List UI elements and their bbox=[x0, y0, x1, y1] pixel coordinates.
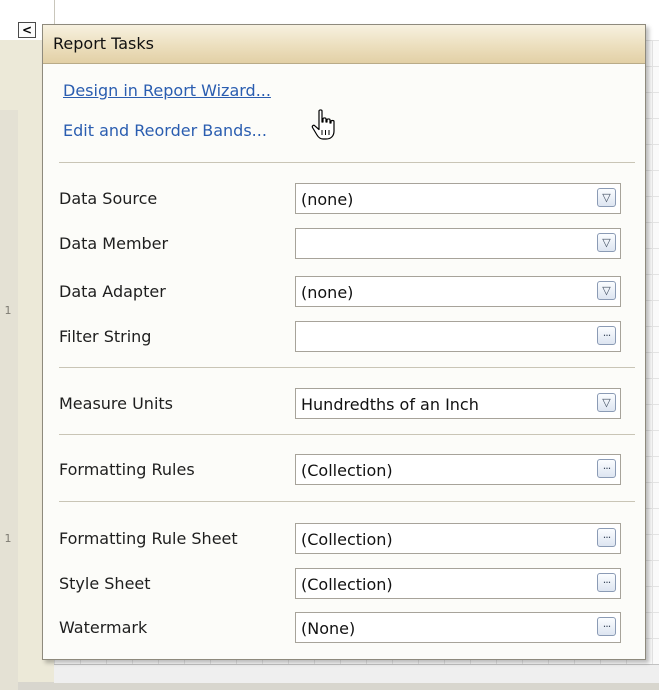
ellipsis-icon: ··· bbox=[602, 576, 611, 589]
property-label: Style Sheet bbox=[59, 574, 151, 593]
hand-pointer-icon bbox=[311, 109, 335, 140]
chevron-down-icon: ▽ bbox=[602, 284, 611, 297]
formatting-rule-sheet-field[interactable]: (Collection) ··· bbox=[295, 523, 621, 554]
property-label: Data Source bbox=[59, 189, 158, 208]
dropdown-button[interactable]: ▽ bbox=[597, 393, 616, 412]
property-row-filter-string: Filter String ··· bbox=[43, 319, 645, 353]
property-label: Data Member bbox=[59, 234, 169, 253]
property-label: Filter String bbox=[59, 327, 152, 346]
filter-string-field[interactable]: ··· bbox=[295, 321, 621, 352]
ruler-band-strip bbox=[0, 110, 18, 690]
property-value: Hundredths of an Inch bbox=[301, 395, 479, 414]
ellipsis-icon: ··· bbox=[602, 329, 611, 342]
ellipsis-icon: ··· bbox=[602, 620, 611, 633]
designer-bottom-strip bbox=[54, 664, 659, 683]
report-tasks-panel: Report Tasks Design in Report Wizard... … bbox=[42, 24, 646, 660]
panel-header: Report Tasks bbox=[43, 25, 645, 64]
smart-tag-collapse-button[interactable]: < bbox=[18, 22, 36, 38]
measure-units-combo[interactable]: Hundredths of an Inch ▽ bbox=[295, 388, 621, 419]
ellipsis-icon: ··· bbox=[602, 531, 611, 544]
design-in-report-wizard-link[interactable]: Design in Report Wizard... bbox=[63, 81, 271, 100]
property-value: (None) bbox=[301, 619, 356, 638]
property-value: (Collection) bbox=[301, 530, 393, 549]
property-label: Formatting Rule Sheet bbox=[59, 529, 238, 548]
data-adapter-combo[interactable]: (none) ▽ bbox=[295, 276, 621, 307]
ellipsis-button[interactable]: ··· bbox=[597, 326, 616, 345]
formatting-rules-field[interactable]: (Collection) ··· bbox=[295, 454, 621, 485]
dropdown-button[interactable]: ▽ bbox=[597, 281, 616, 300]
property-row-measure-units: Measure Units Hundredths of an Inch ▽ bbox=[43, 386, 645, 420]
chevron-down-icon: ▽ bbox=[602, 236, 611, 249]
ellipsis-button[interactable]: ··· bbox=[597, 459, 616, 478]
property-label: Data Adapter bbox=[59, 282, 166, 301]
property-label: Measure Units bbox=[59, 394, 173, 413]
property-row-style-sheet: Style Sheet (Collection) ··· bbox=[43, 566, 645, 600]
watermark-field[interactable]: (None) ··· bbox=[295, 612, 621, 643]
ruler-mark: 1 bbox=[4, 532, 12, 545]
chevron-down-icon: ▽ bbox=[602, 191, 611, 204]
ruler-mark: 1 bbox=[4, 304, 12, 317]
property-row-watermark: Watermark (None) ··· bbox=[43, 610, 645, 644]
data-source-combo[interactable]: (none) ▽ bbox=[295, 183, 621, 214]
edit-and-reorder-bands-link[interactable]: Edit and Reorder Bands... bbox=[63, 121, 267, 140]
ellipsis-button[interactable]: ··· bbox=[597, 573, 616, 592]
property-label: Watermark bbox=[59, 618, 148, 637]
dropdown-button[interactable]: ▽ bbox=[597, 188, 616, 207]
section-separator bbox=[59, 367, 635, 368]
property-row-formatting-rules: Formatting Rules (Collection) ··· bbox=[43, 452, 645, 486]
property-value: (none) bbox=[301, 190, 354, 209]
ellipsis-button[interactable]: ··· bbox=[597, 617, 616, 636]
property-row-data-member: Data Member ▽ bbox=[43, 226, 645, 260]
chevron-left-icon: < bbox=[21, 23, 33, 37]
chevron-down-icon: ▽ bbox=[602, 396, 611, 409]
property-value: (none) bbox=[301, 283, 354, 302]
section-separator bbox=[59, 434, 635, 435]
property-value: (Collection) bbox=[301, 461, 393, 480]
ellipsis-icon: ··· bbox=[602, 462, 611, 475]
section-separator bbox=[59, 162, 635, 163]
section-separator bbox=[59, 501, 635, 502]
property-value: (Collection) bbox=[301, 575, 393, 594]
ellipsis-button[interactable]: ··· bbox=[597, 528, 616, 547]
property-row-data-source: Data Source (none) ▽ bbox=[43, 181, 645, 215]
property-row-data-adapter: Data Adapter (none) ▽ bbox=[43, 274, 645, 308]
dropdown-button[interactable]: ▽ bbox=[597, 233, 616, 252]
style-sheet-field[interactable]: (Collection) ··· bbox=[295, 568, 621, 599]
panel-title: Report Tasks bbox=[53, 34, 154, 53]
data-member-combo[interactable]: ▽ bbox=[295, 228, 621, 259]
property-row-formatting-rule-sheet: Formatting Rule Sheet (Collection) ··· bbox=[43, 521, 645, 555]
property-label: Formatting Rules bbox=[59, 460, 195, 479]
